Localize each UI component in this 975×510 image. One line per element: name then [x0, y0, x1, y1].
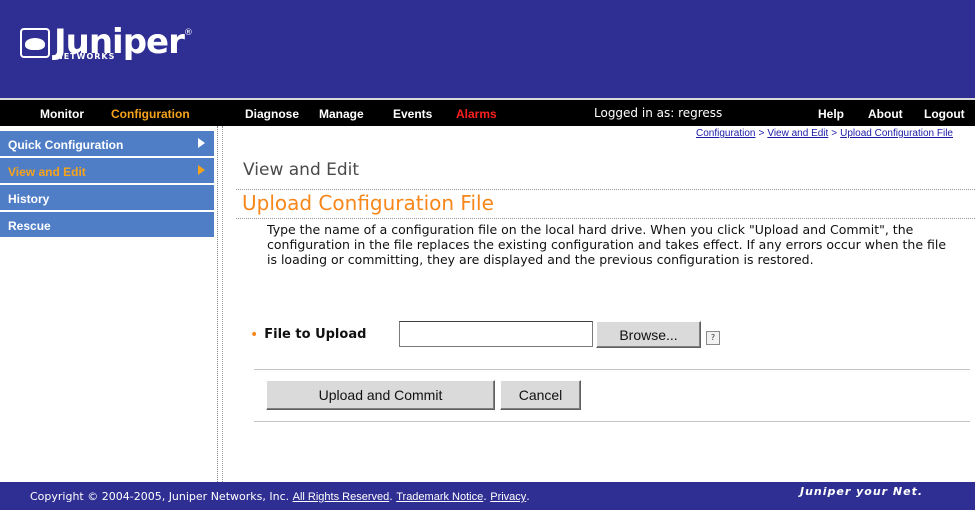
nav-about[interactable]: About — [868, 107, 903, 121]
breadcrumb-separator: > — [831, 128, 838, 139]
copyright-notice: Copyright © 2004-2005, Juniper Networks,… — [30, 490, 530, 503]
breadcrumb: Configuration > View and Edit > Upload Confi… — [696, 128, 953, 139]
sidebar-item-quick-configuration[interactable]: Quick Configuration — [0, 131, 214, 157]
footer: Copyright © 2004-2005, Juniper Networks,… — [0, 482, 975, 510]
sidebar-item-history[interactable]: History — [0, 185, 214, 211]
breadcrumb-separator: > — [758, 128, 765, 139]
nav-monitor[interactable]: Monitor — [40, 107, 84, 121]
nav-configuration[interactable]: Configuration — [111, 107, 190, 121]
sidebar-item-label: Rescue — [8, 219, 51, 233]
breadcrumb-upload-configuration-file[interactable]: Upload Configuration File — [840, 128, 953, 139]
divider — [236, 218, 975, 219]
divider — [236, 189, 975, 190]
trademark-notice-link[interactable]: Trademark Notice — [396, 491, 483, 503]
all-rights-reserved-link[interactable]: All Rights Reserved — [293, 491, 390, 503]
breadcrumb-view-and-edit[interactable]: View and Edit — [767, 128, 828, 139]
divider — [254, 369, 970, 370]
arrow-right-icon — [198, 165, 205, 175]
sidebar-item-rescue[interactable]: Rescue — [0, 212, 214, 238]
nav-alarms[interactable]: Alarms — [456, 107, 497, 121]
privacy-link[interactable]: Privacy — [490, 491, 526, 503]
breadcrumb-configuration[interactable]: Configuration — [696, 128, 755, 139]
logged-in-status: Logged in as: regress — [594, 106, 723, 120]
logo-subtitle: NETWORKS — [56, 52, 116, 61]
juniper-logo[interactable]: Juniper ® — [20, 24, 193, 68]
help-icon[interactable]: ? — [706, 331, 720, 345]
cancel-button[interactable]: Cancel — [500, 380, 581, 410]
file-to-upload-label: File to Upload — [264, 327, 367, 342]
file-to-upload-input[interactable] — [399, 321, 593, 347]
browse-button[interactable]: Browse... — [596, 321, 701, 348]
sidebar-item-label: View and Edit — [8, 165, 86, 179]
nav-logout[interactable]: Logout — [924, 107, 965, 121]
nav-help[interactable]: Help — [818, 107, 844, 121]
sidebar-item-label: History — [8, 192, 50, 206]
page-title: Upload Configuration File — [242, 191, 494, 215]
sidebar-item-label: Quick Configuration — [8, 138, 124, 152]
logo-registered-mark: ® — [183, 28, 193, 38]
arrow-right-icon — [198, 138, 205, 148]
sidebar-divider — [222, 126, 223, 482]
upload-and-commit-button[interactable]: Upload and Commit — [266, 380, 495, 410]
copyright-text: Copyright © 2004-2005, Juniper Networks,… — [30, 490, 290, 503]
juniper-emblem-icon — [20, 28, 50, 58]
sidebar: Quick Configuration View and Edit Histor… — [0, 126, 218, 482]
nav-manage[interactable]: Manage — [319, 107, 364, 121]
page-description: Type the name of a configuration file on… — [267, 222, 947, 267]
footer-tagline: Juniper your Net. — [800, 485, 924, 498]
file-field-label-group: • File to Upload — [250, 327, 366, 342]
sidebar-item-view-and-edit[interactable]: View and Edit — [0, 158, 214, 184]
top-nav-bar: Monitor Configuration Diagnose Manage Ev… — [0, 98, 975, 126]
nav-diagnose[interactable]: Diagnose — [245, 107, 299, 121]
section-heading: View and Edit — [243, 160, 360, 180]
nav-events[interactable]: Events — [393, 107, 432, 121]
required-marker: • — [250, 326, 259, 343]
header-banner: Juniper ® NETWORKS — [0, 0, 975, 98]
divider — [254, 421, 970, 422]
